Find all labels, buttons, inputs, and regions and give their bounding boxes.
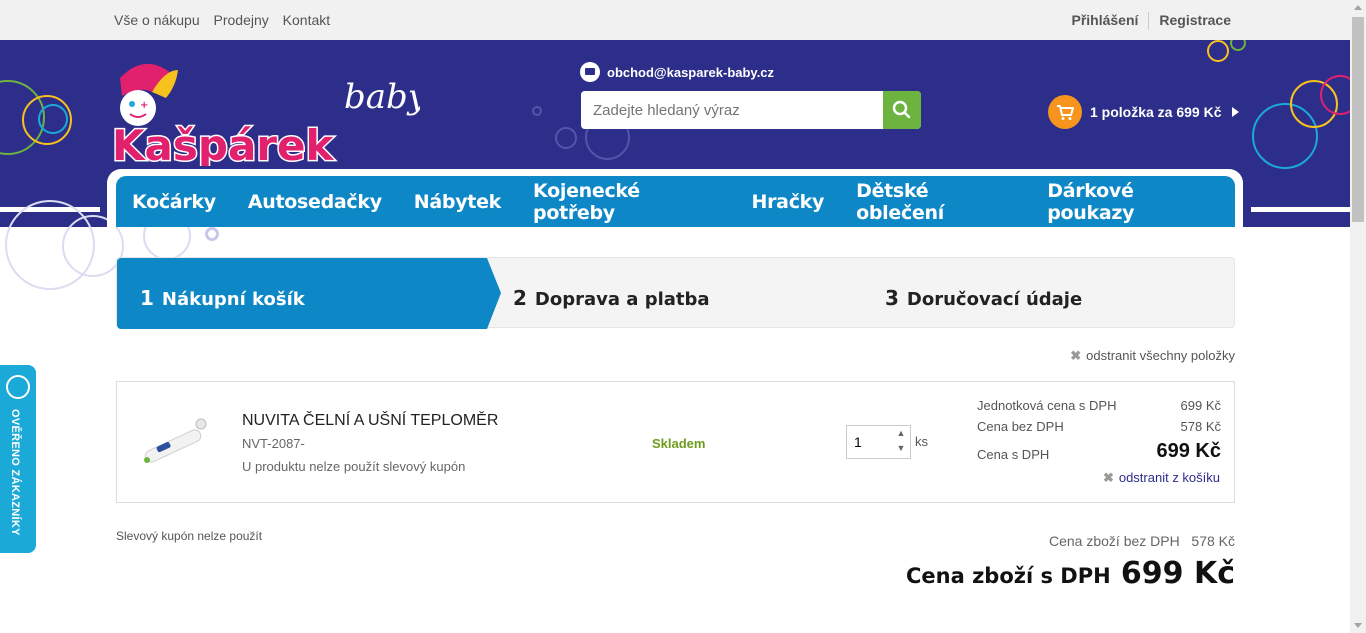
decor-circle xyxy=(1230,40,1246,51)
contact-email[interactable]: obchod@kasparek-baby.cz xyxy=(580,62,774,82)
net-price-label: Cena bez DPH xyxy=(977,419,1064,434)
top-links: Vše o nákupu Prodejny Kontakt xyxy=(114,12,340,28)
unit-price-label: Jednotková cena s DPH xyxy=(977,398,1117,413)
kasparek-logo[interactable]: + Kašpárek baby xyxy=(100,56,420,166)
search-input[interactable] xyxy=(581,91,883,129)
badge-text: OVĚŘENO ZÁKAZNÍKY xyxy=(9,409,21,536)
nav-kojenecke-potreby[interactable]: Kojenecké potřeby xyxy=(517,180,736,224)
decor-circle xyxy=(1207,40,1229,62)
nav-hracky[interactable]: Hračky xyxy=(736,191,841,213)
svg-text:baby: baby xyxy=(344,77,420,117)
sum-total-label: Cena zboží s DPH xyxy=(906,564,1111,588)
decrement-icon[interactable]: ▼ xyxy=(892,441,910,456)
main-nav: Kočárky Autosedačky Nábytek Kojenecké po… xyxy=(116,176,1235,227)
unit-price: 699 Kč xyxy=(1180,398,1221,413)
stock-status: Skladem xyxy=(652,436,706,451)
gross-price: 699 Kč xyxy=(1156,440,1222,462)
verified-badge[interactable]: OVĚŘENO ZÁKAZNÍKY xyxy=(0,365,36,553)
sum-net-value: 578 Kč xyxy=(1191,533,1235,549)
search-button[interactable] xyxy=(883,91,921,129)
nav-kocarky[interactable]: Kočárky xyxy=(116,191,232,213)
link-prodejny[interactable]: Prodejny xyxy=(214,12,269,28)
quantity-input[interactable] xyxy=(847,426,891,458)
remove-item-link[interactable]: ✖ odstranit z košíku xyxy=(1103,470,1220,486)
link-vse-o-nakupu[interactable]: Vše o nákupu xyxy=(114,12,200,28)
sum-net: Cena zboží bez DPH 578 Kč xyxy=(1049,533,1235,549)
gross-price-label: Cena s DPH xyxy=(977,447,1050,462)
step-delivery[interactable]: 3 Doručovací údaje xyxy=(885,286,1082,310)
product-coupon-note: U produktu nelze použít slevový kupón xyxy=(242,459,466,474)
quantity-unit: ks xyxy=(915,434,928,449)
product-code: NVT-2087- xyxy=(242,436,305,451)
decor-circle xyxy=(205,227,219,241)
product-image[interactable] xyxy=(137,410,215,470)
email-icon xyxy=(580,62,600,82)
cart-icon xyxy=(1048,95,1082,129)
header-stripe xyxy=(1251,207,1350,212)
decor-circle xyxy=(532,106,542,116)
search-icon xyxy=(892,100,911,119)
close-icon: ✖ xyxy=(1070,348,1082,363)
step-cart[interactable]: 1 Nákupní košík xyxy=(140,286,305,310)
scrollbar[interactable] xyxy=(1350,0,1366,633)
register-link[interactable]: Registrace xyxy=(1159,12,1231,28)
link-kontakt[interactable]: Kontakt xyxy=(283,12,330,28)
account-links: Přihlášení Registrace xyxy=(1071,12,1231,31)
scroll-down-icon[interactable] xyxy=(1354,623,1362,628)
cart-count: 1 položka za xyxy=(1090,104,1173,120)
search-box xyxy=(581,91,921,129)
sum-net-label: Cena zboží bez DPH xyxy=(1049,533,1180,549)
chevron-right-icon xyxy=(1231,107,1239,117)
increment-icon[interactable]: ▲ xyxy=(892,426,910,441)
nav-detske-obleceni[interactable]: Dětské oblečení xyxy=(840,180,1031,224)
product-name[interactable]: NUVITA ČELNÍ A UŠNÍ TEPLOMĚR xyxy=(242,412,498,430)
checkout-steps: 1 Nákupní košík 2 Doprava a platba 3 Doručo… xyxy=(116,257,1235,329)
step-shipping[interactable]: 2 Doprava a platba xyxy=(513,286,710,310)
coupon-note: Slevový kupón nelze použít xyxy=(116,529,263,543)
svg-text:Kašpárek: Kašpárek xyxy=(112,121,334,166)
decor-circle xyxy=(38,104,68,134)
remove-all-link[interactable]: ✖ odstranit všechny položky xyxy=(1070,348,1235,364)
close-icon: ✖ xyxy=(1102,470,1114,485)
quantity-spinner[interactable]: ▲ ▼ xyxy=(892,426,910,458)
cart-summary[interactable]: 1 položka za 699 Kč xyxy=(1048,95,1239,129)
nav-autosedacky[interactable]: Autosedačky xyxy=(232,191,398,213)
email-text: obchod@kasparek-baby.cz xyxy=(607,64,775,80)
nav-darkove-poukazy[interactable]: Dárkové poukazy xyxy=(1031,180,1235,224)
sum-total-value: 699 Kč xyxy=(1120,556,1235,591)
svg-text:+: + xyxy=(140,100,148,111)
net-price: 578 Kč xyxy=(1180,419,1221,434)
sum-total: Cena zboží s DPH 699 Kč xyxy=(906,556,1235,591)
cart-price: 699 Kč xyxy=(1176,104,1222,120)
login-link[interactable]: Přihlášení xyxy=(1071,12,1138,28)
decor-circle xyxy=(555,127,577,149)
top-bar: Vše o nákupu Prodejny Kontakt Přihlášení… xyxy=(0,0,1350,40)
nav-nabytek[interactable]: Nábytek xyxy=(398,191,517,213)
divider xyxy=(1148,12,1150,31)
quantity-stepper: ▲ ▼ xyxy=(846,425,911,459)
scroll-thumb[interactable] xyxy=(1352,17,1364,222)
scroll-up-icon[interactable] xyxy=(1354,5,1362,10)
seal-icon xyxy=(6,375,30,399)
cart-item-row: NUVITA ČELNÍ A UŠNÍ TEPLOMĚR NVT-2087- U… xyxy=(116,381,1235,503)
